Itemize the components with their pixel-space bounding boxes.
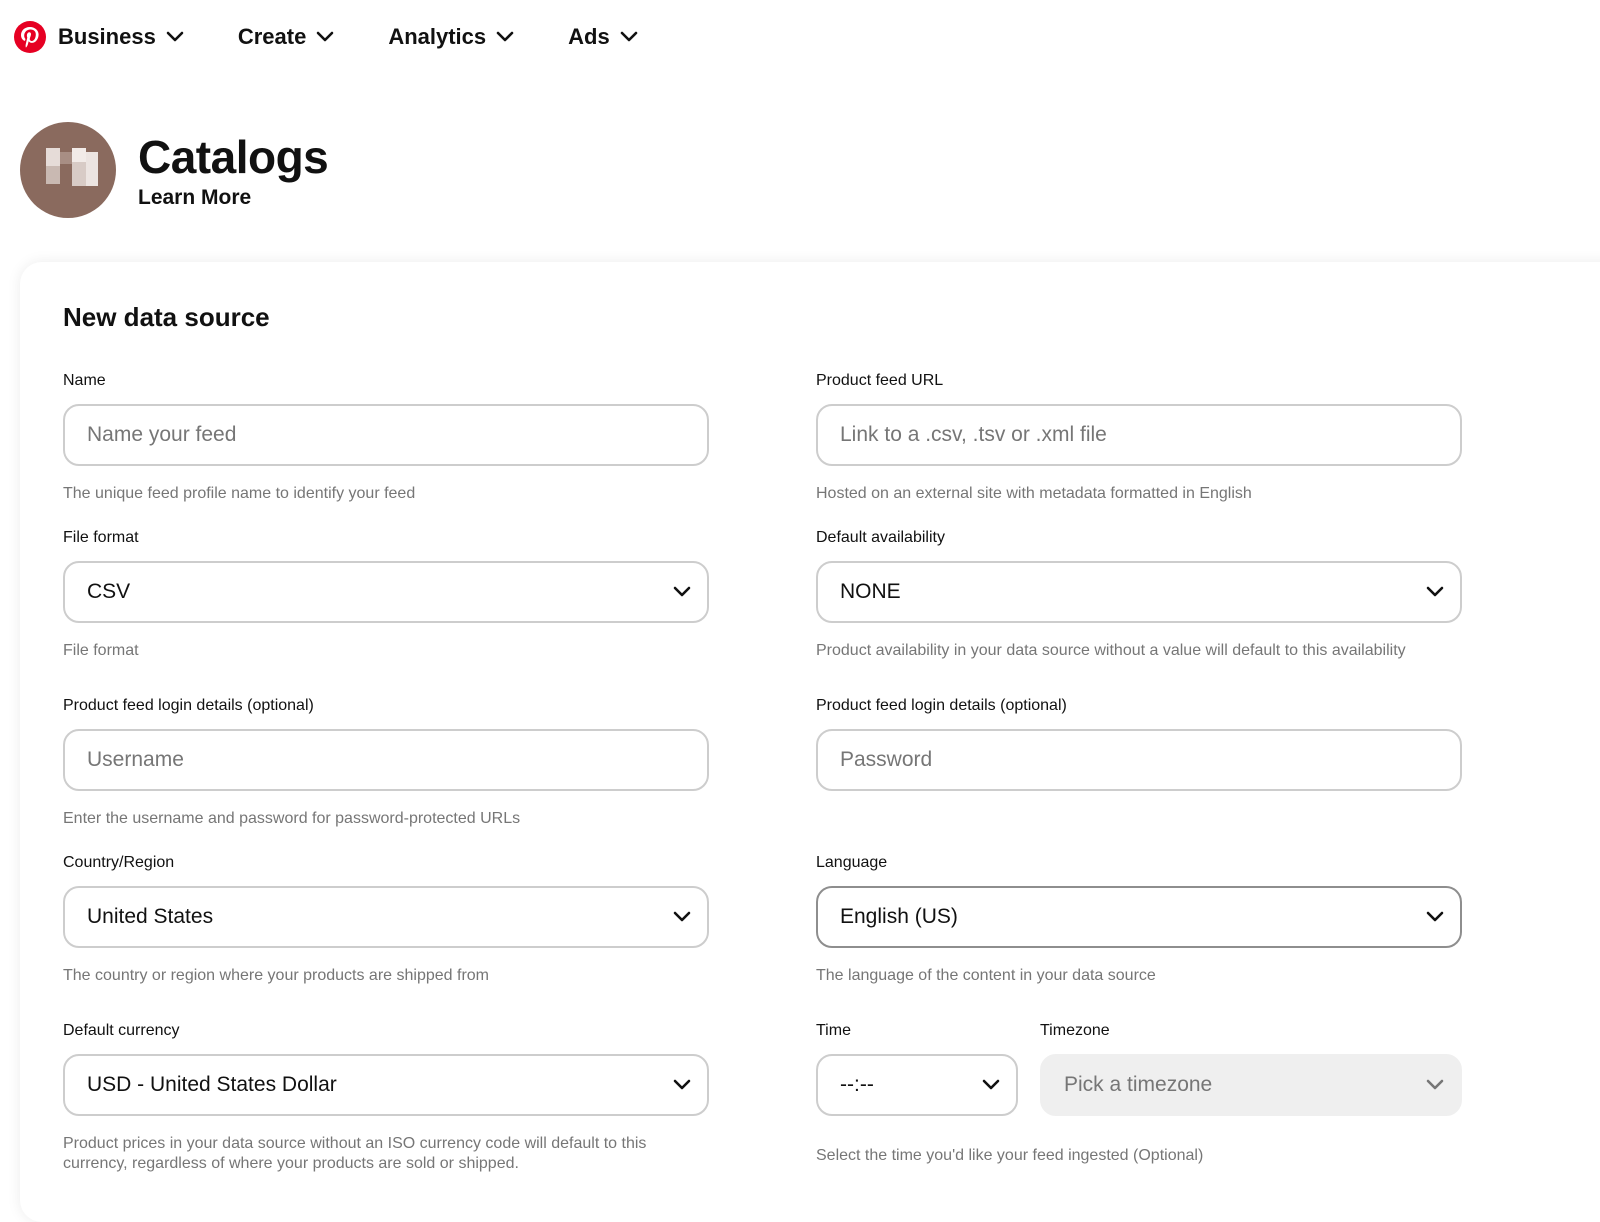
timezone-label: Timezone [1040, 1022, 1110, 1039]
name-help: The unique feed profile name to identify… [63, 485, 416, 502]
name-field-group: Name The unique feed profile name to ide… [63, 370, 709, 504]
file-format-value: CSV [87, 580, 131, 603]
page-header: Catalogs Learn More [20, 122, 329, 218]
login-username-label: Product feed login details (optional) [63, 697, 314, 714]
availability-select[interactable]: NONE [816, 561, 1462, 623]
language-select[interactable]: English (US) [816, 886, 1462, 948]
file-format-label: File format [63, 529, 139, 546]
country-field-group: Country/Region United States The country… [63, 852, 709, 986]
feed-url-field-group: Product feed URL Hosted on an external s… [816, 370, 1462, 504]
feed-url-input-box[interactable] [816, 404, 1462, 466]
file-format-help: File format [63, 642, 139, 659]
learn-more-link[interactable]: Learn More [138, 186, 251, 210]
currency-select[interactable]: USD - United States Dollar [63, 1054, 709, 1116]
avatar[interactable] [20, 122, 116, 218]
timezone-value: Pick a timezone [1064, 1073, 1213, 1096]
login-username-field-group: Product feed login details (optional) En… [63, 695, 709, 829]
nav-create[interactable]: Create [238, 24, 334, 50]
time-value: --:-- [840, 1073, 874, 1096]
password-input-box[interactable] [816, 729, 1462, 791]
chevron-down-icon [1426, 1079, 1444, 1091]
nav-create-label: Create [237, 24, 307, 49]
chevron-down-icon [982, 1079, 1000, 1091]
country-label: Country/Region [63, 854, 175, 871]
time-select[interactable]: --:-- [816, 1054, 1018, 1116]
currency-field-group: Default currency USD - United States Dol… [63, 1020, 709, 1174]
chevron-down-icon [316, 31, 334, 43]
availability-label: Default availability [816, 529, 945, 546]
country-help: The country or region where your product… [63, 967, 489, 984]
country-select[interactable]: United States [63, 886, 709, 948]
file-format-select[interactable]: CSV [63, 561, 709, 623]
login-help: Enter the username and password for pass… [63, 810, 521, 827]
language-value: English (US) [840, 905, 958, 928]
file-format-field-group: File format CSV File format [63, 527, 709, 661]
chevron-down-icon [166, 31, 184, 43]
language-help: The language of the content in your data… [816, 967, 1156, 984]
chevron-down-icon [673, 586, 691, 598]
currency-help: Product prices in your data source witho… [63, 1135, 647, 1172]
chevron-down-icon [496, 31, 514, 43]
feed-url-label: Product feed URL [816, 372, 944, 389]
top-nav: Business Create Analytics Ads [0, 0, 1600, 74]
timezone-help: Select the time you'd like your feed ing… [816, 1147, 1204, 1164]
feed-url-input[interactable] [840, 423, 1438, 447]
feed-url-help: Hosted on an external site with metadata… [816, 485, 1252, 502]
nav-business[interactable]: Business [58, 24, 184, 50]
country-value: United States [87, 905, 214, 928]
name-input-box[interactable] [63, 404, 709, 466]
chevron-down-icon [620, 31, 638, 43]
chevron-down-icon [1426, 586, 1444, 598]
availability-help: Product availability in your data source… [816, 642, 1406, 659]
chevron-down-icon [673, 1079, 691, 1091]
password-input[interactable] [840, 748, 1438, 772]
time-field-group: Time --:-- [816, 1020, 1018, 1116]
availability-field-group: Default availability NONE Product availa… [816, 527, 1462, 661]
currency-label: Default currency [63, 1022, 180, 1039]
nav-business-label: Business [58, 24, 156, 49]
login-password-label: Product feed login details (optional) [816, 697, 1067, 714]
name-input[interactable] [87, 423, 685, 447]
pinterest-logo-icon[interactable] [14, 21, 46, 53]
chevron-down-icon [1426, 911, 1444, 923]
currency-value: USD - United States Dollar [87, 1073, 337, 1096]
language-field-group: Language English (US) The language of th… [816, 852, 1462, 986]
timezone-select[interactable]: Pick a timezone [1040, 1054, 1462, 1116]
time-label: Time [816, 1022, 851, 1039]
language-label: Language [816, 854, 888, 871]
login-password-field-group: Product feed login details (optional) [816, 695, 1462, 791]
nav-ads-label: Ads [568, 24, 610, 49]
nav-analytics[interactable]: Analytics [388, 24, 514, 50]
nav-analytics-label: Analytics [388, 24, 487, 49]
timezone-field-group: Timezone Pick a timezone [1040, 1020, 1462, 1116]
nav-ads[interactable]: Ads [568, 24, 638, 50]
page-title: Catalogs [138, 131, 329, 183]
form-title: New data source [63, 302, 270, 332]
username-input-box[interactable] [63, 729, 709, 791]
username-input[interactable] [87, 748, 685, 772]
name-label: Name [63, 372, 106, 389]
availability-value: NONE [840, 580, 901, 603]
new-data-source-card: New data source Name The unique feed pro… [20, 262, 1600, 1222]
chevron-down-icon [673, 911, 691, 923]
